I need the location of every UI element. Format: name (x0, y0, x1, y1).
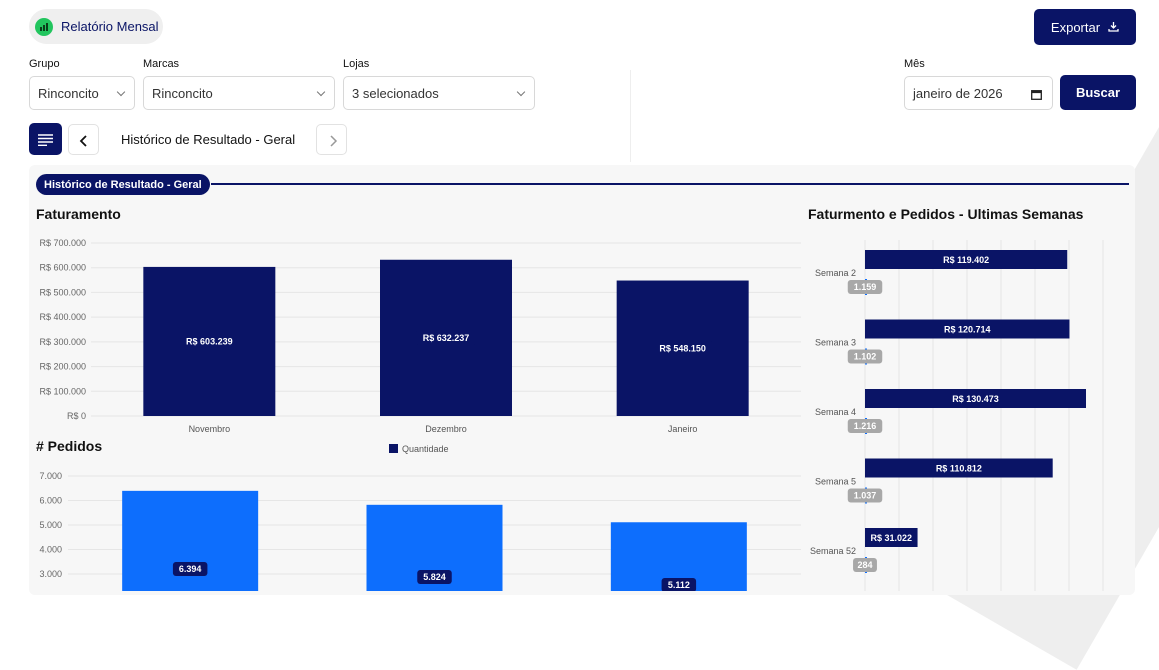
faturamento-chart: R$ 700.000 R$ 600.000 R$ 500.000 R$ 400.000… (39, 238, 1104, 591)
legend-swatch (389, 444, 398, 453)
faturamento-x-tick: Janeiro (668, 424, 698, 434)
weekly-y-tick: Semana 2 (815, 268, 856, 278)
weekly-orders-label: 1.037 (854, 491, 877, 501)
faturamento-y-tick: R$ 600.000 (39, 263, 86, 273)
faturamento-y-tick: R$ 400.000 (39, 312, 86, 322)
weekly-revenue-label: R$ 120.714 (944, 325, 991, 335)
faturamento-y-tick: R$ 0 (67, 411, 86, 421)
weekly-y-tick: Semana 52 (810, 546, 856, 556)
weekly-orders-label: 1.216 (854, 421, 877, 431)
faturamento-y-tick: R$ 200.000 (39, 362, 86, 372)
weekly-y-tick: Semana 3 (815, 338, 856, 348)
weekly-revenue-label: R$ 130.473 (952, 394, 999, 404)
pedidos-bar-label: 5.112 (668, 580, 690, 590)
pedidos-bar-label: 5.824 (423, 572, 446, 582)
weekly-revenue-label: R$ 31.022 (870, 533, 912, 543)
pedidos-y-tick: 7.000 (39, 471, 62, 481)
pedidos-y-tick: 6.000 (39, 496, 62, 506)
legend-label: Quantidade (402, 444, 449, 454)
faturamento-bar-label: R$ 603.239 (186, 336, 233, 346)
pedidos-y-tick: 3.000 (39, 569, 62, 579)
faturamento-bar-label: R$ 632.237 (423, 333, 470, 343)
faturamento-bar-label: R$ 548.150 (659, 343, 706, 353)
pedidos-y-tick: 4.000 (39, 545, 62, 555)
weekly-revenue-label: R$ 119.402 (943, 255, 989, 265)
faturamento-y-tick: R$ 100.000 (39, 386, 86, 396)
weekly-revenue-label: R$ 110.812 (936, 464, 982, 474)
faturamento-y-tick: R$ 700.000 (39, 238, 86, 248)
faturamento-x-tick: Novembro (189, 424, 231, 434)
weekly-orders-label: 284 (857, 560, 872, 570)
faturamento-x-tick: Dezembro (425, 424, 467, 434)
weekly-orders-label: 1.102 (854, 352, 877, 362)
faturamento-y-tick: R$ 500.000 (39, 287, 86, 297)
weekly-orders-label: 1.159 (854, 282, 877, 292)
faturamento-y-tick: R$ 300.000 (39, 337, 86, 347)
weekly-y-tick: Semana 5 (815, 477, 856, 487)
pedidos-bar-label: 6.394 (179, 564, 202, 574)
weekly-y-tick: Semana 4 (815, 407, 856, 417)
pedidos-y-tick: 5.000 (39, 520, 62, 530)
